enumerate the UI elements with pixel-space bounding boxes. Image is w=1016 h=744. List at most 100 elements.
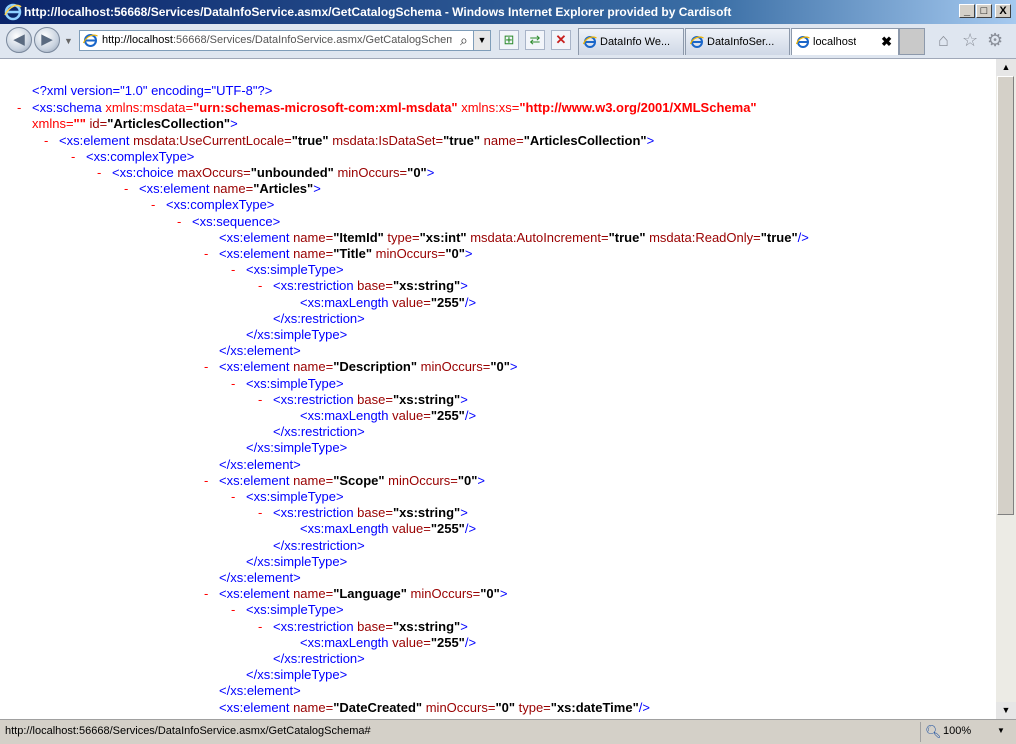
collapse-toggle[interactable]: - <box>258 619 262 635</box>
xml-collection-element: <xs:element msdata:UseCurrentLocale="tru… <box>59 133 655 148</box>
xml-simple-type: <xs:simpleType> <box>246 262 344 277</box>
xml-simple-type-close: </xs:simpleType> <box>246 440 348 455</box>
page-icon <box>83 34 98 47</box>
xml-restriction: <xs:restriction base="xs:string"> <box>273 505 468 520</box>
vertical-scrollbar[interactable]: ▲ ▼ <box>996 59 1016 719</box>
xml-simple-type-close: </xs:simpleType> <box>246 327 348 342</box>
xml-field-datecreated: <xs:element name="DateCreated" minOccurs… <box>219 700 650 715</box>
collapse-toggle[interactable]: - <box>231 262 235 278</box>
xml-schema-element: <xs:schema xmlns:msdata="urn:schemas-mic… <box>32 100 757 115</box>
tab-localhost[interactable]: localhost ✖ <box>791 28 899 55</box>
xml-element-close: </xs:element> <box>219 683 301 698</box>
xml-element-close: </xs:element> <box>219 570 301 585</box>
xml-field-description: <xs:element name="Description" minOccurs… <box>219 359 518 374</box>
collapse-toggle[interactable]: - <box>204 586 208 602</box>
zoom-dropdown-icon[interactable]: ▼ <box>997 726 1005 735</box>
zoom-magnifier-icon: 🔍︎ <box>925 724 942 739</box>
maximize-button[interactable]: □ <box>976 4 992 18</box>
back-arrow-icon: ◀ <box>13 31 25 48</box>
address-url[interactable]: http://localhost:56668/Services/DataInfo… <box>102 34 452 46</box>
collapse-toggle[interactable]: - <box>204 246 208 262</box>
address-bar[interactable]: http://localhost:56668/Services/DataInfo… <box>79 30 491 51</box>
xml-restriction: <xs:restriction base="xs:string"> <box>273 278 468 293</box>
zoom-control[interactable]: 🔍︎ 100% ▼ <box>920 722 1015 742</box>
scrollbar-thumb[interactable] <box>997 76 1014 515</box>
collapse-toggle[interactable]: - <box>71 149 75 165</box>
xml-field-language: <xs:element name="Language" minOccurs="0… <box>219 586 508 601</box>
document-view: <?xml version="1.0" encoding="UTF-8"?> -… <box>0 59 996 719</box>
favorites-star-icon[interactable]: ☆ <box>962 30 978 51</box>
recent-pages-dropdown-icon[interactable]: ▼ <box>64 36 73 46</box>
window-title: http://localhost:56668/Services/DataInfo… <box>24 5 732 19</box>
search-icon[interactable]: ⌕ <box>460 32 468 49</box>
xml-maxlength: <xs:maxLength value="255"/> <box>300 295 477 310</box>
compatibility-icon: ⊞ <box>503 32 515 47</box>
xml-restriction-close: </xs:restriction> <box>273 424 365 439</box>
xml-simple-type: <xs:simpleType> <box>246 602 344 617</box>
internet-explorer-icon <box>4 3 22 21</box>
xml-maxlength: <xs:maxLength value="255"/> <box>300 521 477 536</box>
tab-datainfo-web[interactable]: DataInfo We... <box>578 28 684 55</box>
collapse-toggle[interactable]: - <box>231 489 235 505</box>
collapse-toggle[interactable]: - <box>258 505 262 521</box>
collapse-toggle[interactable]: - <box>204 359 208 375</box>
xml-declaration: <?xml version="1.0" encoding="UTF-8"?> <box>32 83 273 98</box>
xml-restriction: <xs:restriction base="xs:string"> <box>273 392 468 407</box>
tab-ie-icon <box>796 36 810 48</box>
tab-ie-icon <box>690 36 704 48</box>
back-button[interactable]: ◀ <box>6 27 32 53</box>
window-title-bar: http://localhost:56668/Services/DataInfo… <box>0 0 1016 24</box>
status-bar: http://localhost:56668/Services/DataInfo… <box>0 719 1016 744</box>
xml-restriction: <xs:restriction base="xs:string"> <box>273 619 468 634</box>
collapse-toggle[interactable]: - <box>97 165 101 181</box>
xml-maxlength: <xs:maxLength value="255"/> <box>300 635 477 650</box>
xml-simple-type: <xs:simpleType> <box>246 489 344 504</box>
xml-complex-type: <xs:complexType> <box>86 149 195 164</box>
xml-element-close: </xs:element> <box>219 457 301 472</box>
collapse-toggle[interactable]: - <box>151 197 155 213</box>
collapse-toggle[interactable]: - <box>17 100 21 116</box>
xml-restriction-close: </xs:restriction> <box>273 651 365 666</box>
refresh-button[interactable]: ⇄ <box>525 30 545 50</box>
collapse-toggle[interactable]: - <box>231 376 235 392</box>
zoom-level: 100% <box>943 725 972 737</box>
collapse-toggle[interactable]: - <box>177 214 181 230</box>
scroll-up-icon[interactable]: ▲ <box>996 59 1016 76</box>
collapse-toggle[interactable]: - <box>204 473 208 489</box>
navigation-bar: ◀ ▶ ▼ http://localhost:56668/Services/Da… <box>0 24 1016 59</box>
xml-field-itemid: <xs:element name="ItemId" type="xs:int" … <box>219 230 809 245</box>
collapse-toggle[interactable]: - <box>258 392 262 408</box>
tab-label: DataInfoSer... <box>707 36 775 48</box>
stop-button[interactable]: ✕ <box>551 30 571 50</box>
scroll-down-icon[interactable]: ▼ <box>996 702 1016 719</box>
refresh-icon: ⇄ <box>529 32 541 47</box>
xml-field-title: <xs:element name="Title" minOccurs="0"> <box>219 246 473 261</box>
tab-ie-icon <box>583 36 597 48</box>
close-window-button[interactable]: X <box>995 4 1011 18</box>
home-icon[interactable]: ⌂ <box>938 30 949 51</box>
tools-gear-icon[interactable]: ⚙ <box>987 30 1003 51</box>
xml-schema-attributes: xmlns="" id="ArticlesCollection"> <box>32 116 238 131</box>
collapse-toggle[interactable]: - <box>231 602 235 618</box>
xml-articles-element: <xs:element name="Articles"> <box>139 181 321 196</box>
address-path: :56668/Services/DataInfoService.asmx/Get… <box>172 34 452 46</box>
collapse-toggle[interactable]: - <box>44 133 48 149</box>
xml-field-scope: <xs:element name="Scope" minOccurs="0"> <box>219 473 486 488</box>
forward-arrow-icon: ▶ <box>41 31 53 48</box>
xml-choice: <xs:choice maxOccurs="unbounded" minOccu… <box>112 165 435 180</box>
xml-sequence: <xs:sequence> <box>192 214 281 229</box>
xml-restriction-close: </xs:restriction> <box>273 311 365 326</box>
collapse-toggle[interactable]: - <box>124 181 128 197</box>
xml-simple-type: <xs:simpleType> <box>246 376 344 391</box>
minimize-button[interactable]: _ <box>959 4 975 18</box>
xml-restriction-close: </xs:restriction> <box>273 538 365 553</box>
new-tab-button[interactable] <box>899 28 925 55</box>
xml-simple-type-close: </xs:simpleType> <box>246 667 348 682</box>
forward-button[interactable]: ▶ <box>34 27 60 53</box>
compatibility-view-button[interactable]: ⊞ <box>499 30 519 50</box>
address-dropdown-icon[interactable]: ▼ <box>473 31 490 50</box>
close-tab-icon[interactable]: ✖ <box>881 34 892 50</box>
xml-maxlength: <xs:maxLength value="255"/> <box>300 408 477 423</box>
collapse-toggle[interactable]: - <box>258 278 262 294</box>
tab-datainfo-service[interactable]: DataInfoSer... <box>685 28 790 55</box>
